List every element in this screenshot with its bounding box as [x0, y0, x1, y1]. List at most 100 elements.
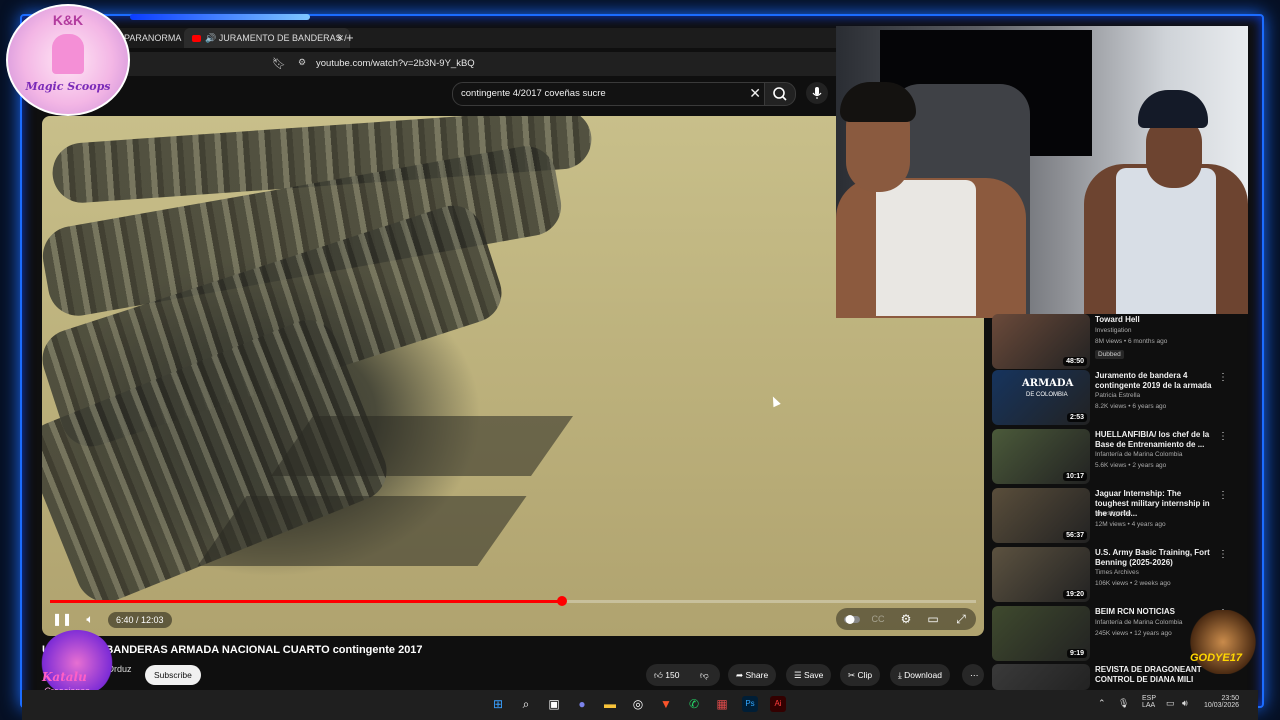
captions-icon[interactable]: CC	[868, 610, 888, 628]
recommendation-thumbnail[interactable]: 19:20	[992, 547, 1090, 602]
chrome-icon[interactable]: ◎	[630, 696, 646, 712]
thumbs-up-icon: 👍︎	[654, 670, 666, 680]
recommendation-channel[interactable]: Patricia Estrella	[1095, 392, 1140, 399]
more-options-icon[interactable]: ⋮	[1218, 490, 1228, 501]
recommendation-item[interactable]: 10:17 HUELLANFIBIA/ los chef de la Base d…	[992, 429, 1242, 485]
speaker-icon: 🔊	[205, 33, 219, 43]
youtube-favicon-icon	[192, 35, 201, 43]
streamer-tag: GODYE17	[1190, 652, 1242, 664]
monitor-icon[interactable]: ▭	[1166, 698, 1175, 709]
recommendation-thumbnail[interactable]: 10:17	[992, 429, 1090, 484]
task-view-icon[interactable]: ▣	[546, 696, 562, 712]
keyboard-layout: LAA	[1142, 702, 1156, 709]
language-indicator[interactable]: ESP LAA	[1142, 695, 1156, 709]
recommendation-title[interactable]: Toward Hell	[1095, 315, 1217, 325]
site-info-icon[interactable]: ⚙	[298, 57, 306, 68]
recommendation-thumbnail[interactable]: 9:19	[992, 606, 1090, 661]
pause-button[interactable]: ❚❚	[52, 610, 72, 628]
streamer-avatar	[1190, 610, 1256, 674]
volume-icon[interactable]: 🔊︎	[1182, 698, 1188, 709]
logo-top-text: K&K	[52, 12, 84, 28]
voice-search-button[interactable]	[806, 82, 828, 104]
autoplay-toggle[interactable]	[842, 610, 862, 628]
webcam-person-left-hair	[840, 82, 916, 122]
recommendation-thumbnail[interactable]: 48:50	[992, 314, 1090, 369]
recommendation-title[interactable]: U.S. Army Basic Training, Fort Benning (…	[1095, 548, 1217, 568]
recommendation-channel[interactable]: Investigation	[1095, 327, 1132, 334]
download-label: Download	[904, 670, 942, 680]
video-duration: 19:20	[1063, 590, 1087, 599]
tab-juramento[interactable]: 🔊 JURAMENTO DE BANDERAS / ✕	[184, 28, 350, 48]
recommendation-thumbnail[interactable]: ARMADA DE COLOMBIA 2:53	[992, 370, 1090, 425]
recommendation-item[interactable]: 56:37 Jaguar Internship: The toughest mil…	[992, 488, 1242, 544]
share-label: Share	[745, 670, 769, 680]
recommendation-title[interactable]: HUELLANFIBIA/ los chef de la Base de Ent…	[1095, 430, 1217, 450]
recommendation-item[interactable]: 19:20 U.S. Army Basic Training, Fort Benn…	[992, 547, 1242, 603]
clock[interactable]: 23:50 10/03/2026	[1204, 695, 1239, 709]
recommendation-meta: 5.6K views • 2 years ago	[1095, 462, 1167, 469]
tray-chevron-icon[interactable]: ⌃	[1098, 698, 1106, 709]
recommendation-item[interactable]: 48:50 Toward Hell Investigation 8M views • …	[992, 314, 1242, 370]
clear-search-icon[interactable]: ✕	[749, 85, 761, 102]
thumbnail-text: ARMADA	[1022, 378, 1074, 389]
clip-button[interactable]: ✂ Clip	[840, 664, 881, 686]
recommendation-title[interactable]: Juramento de bandera 4 contingente 2019 …	[1095, 371, 1217, 391]
tab-paranormal[interactable]: PARANORMA	[124, 28, 181, 48]
subscribe-button[interactable]: Subscribe	[145, 665, 201, 685]
bookmark-icon[interactable]: 🔖︎	[272, 57, 286, 70]
recommendation-channel[interactable]: Times Archives	[1095, 569, 1139, 576]
search-button[interactable]	[764, 82, 796, 106]
recommendation-item[interactable]: ARMADA DE COLOMBIA 2:53 Juramento de bander…	[992, 370, 1242, 426]
illustrator-icon[interactable]: Ai	[770, 696, 786, 712]
video-duration: 56:37	[1063, 531, 1087, 540]
share-button[interactable]: ➦ Share	[728, 664, 777, 686]
more-actions-button[interactable]: ⋯	[962, 664, 984, 686]
video-duration: 9:19	[1066, 649, 1087, 658]
search-icon	[773, 87, 787, 101]
search-icon[interactable]: ⌕	[518, 696, 534, 712]
more-options-icon[interactable]: ⋮	[1218, 372, 1228, 383]
katalu-brand-text: Katalu	[42, 670, 87, 684]
thumbnail-subtext: DE COLOMBIA	[1026, 392, 1068, 398]
recommendation-channel[interactable]: Investigation	[1095, 510, 1132, 517]
recommendation-meta: 12M views • 4 years ago	[1095, 521, 1166, 528]
video-duration: 2:53	[1066, 413, 1087, 422]
clock-time: 23:50	[1221, 695, 1240, 702]
more-options-icon[interactable]: ⋮	[1218, 549, 1228, 560]
recommendation-thumbnail[interactable]: 56:37	[992, 488, 1090, 543]
video-duration: 48:50	[1063, 357, 1087, 366]
recommendation-thumbnail[interactable]	[992, 664, 1090, 690]
whatsapp-icon[interactable]: ✆	[686, 696, 702, 712]
microphone-icon[interactable]: 🎙︎	[1118, 698, 1129, 709]
teams-icon[interactable]: ●	[574, 696, 590, 712]
new-tab-button[interactable]: +	[346, 28, 354, 48]
dislike-button[interactable]: 👎︎	[692, 664, 720, 686]
save-button[interactable]: ☰ Save	[786, 664, 832, 686]
recommendation-meta: 106K views • 2 weeks ago	[1095, 580, 1171, 587]
recommendation-channel[interactable]: Infantería de Marina Colombia	[1095, 451, 1182, 458]
progress-scrubber[interactable]	[557, 596, 568, 606]
progress-played	[50, 600, 563, 603]
more-options-icon[interactable]: ⋮	[1218, 431, 1228, 442]
windows-start-icon[interactable]: ⊞	[490, 696, 506, 712]
theater-mode-icon[interactable]: ▭	[923, 610, 943, 628]
fullscreen-icon[interactable]: ⤢	[951, 610, 971, 628]
clip-label: Clip	[857, 670, 873, 680]
brave-icon[interactable]: ▼	[658, 696, 674, 712]
save-label: Save	[803, 670, 824, 680]
photoshop-icon[interactable]: Ps	[742, 696, 758, 712]
photos-icon[interactable]: ▦	[714, 696, 730, 712]
file-explorer-icon[interactable]: ▬	[602, 696, 618, 712]
volume-icon[interactable]: 🔈︎	[80, 610, 100, 628]
settings-gear-icon[interactable]: ⚙	[896, 610, 916, 628]
language-code: ESP	[1142, 695, 1157, 702]
webcam-person-right-shirt	[1116, 168, 1216, 314]
search-input[interactable]: contingente 4/2017 coveñas sucre ✕	[452, 82, 772, 106]
url-text[interactable]: youtube.com/watch?v=2b3N-9Y_kBQ	[316, 58, 475, 69]
download-button[interactable]: ⤓ Download	[890, 664, 950, 686]
close-tab-icon[interactable]: ✕	[336, 28, 344, 48]
recommendation-channel[interactable]: Infantería de Marina Colombia	[1095, 619, 1182, 626]
search-query: contingente 4/2017 coveñas sucre	[461, 88, 606, 99]
webcam-person-left-shirt	[876, 180, 976, 316]
recommendation-meta: 8M views • 6 months ago	[1095, 338, 1168, 345]
